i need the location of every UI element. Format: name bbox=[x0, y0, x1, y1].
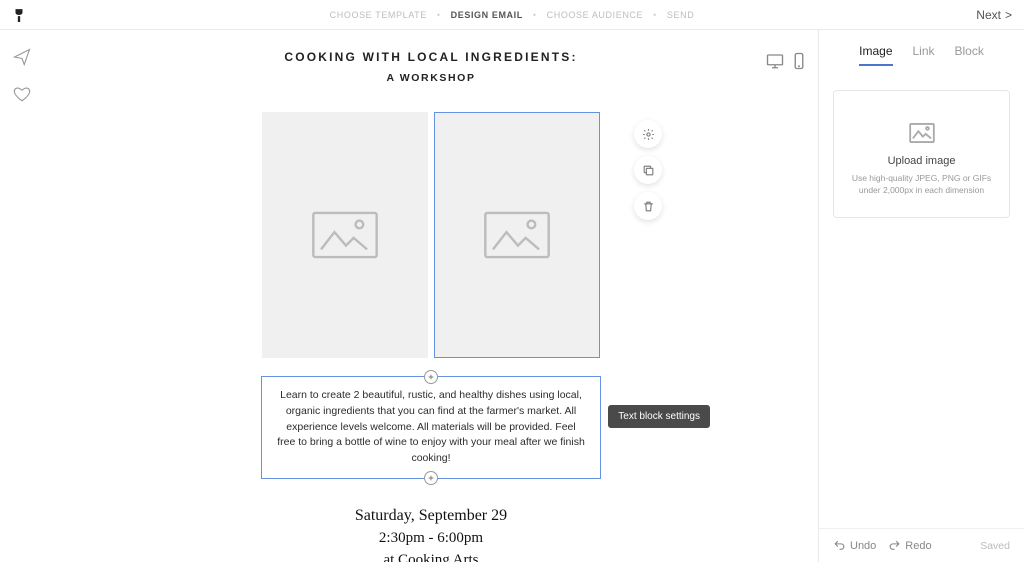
topbar: CHOOSE TEMPLATE • DESIGN EMAIL • CHOOSE … bbox=[0, 0, 1024, 30]
saved-status: Saved bbox=[980, 540, 1010, 552]
event-date: Saturday, September 29 bbox=[355, 507, 507, 525]
image-placeholder-icon bbox=[311, 211, 379, 259]
image-placeholder-right[interactable] bbox=[434, 112, 600, 358]
redo-button[interactable]: Redo bbox=[888, 539, 931, 552]
step-choose-audience[interactable]: CHOOSE AUDIENCE bbox=[547, 10, 644, 20]
text-block-content[interactable]: Learn to create 2 beautiful, rustic, and… bbox=[276, 388, 586, 467]
text-block[interactable]: Learn to create 2 beautiful, rustic, and… bbox=[261, 376, 601, 479]
step-design-email[interactable]: DESIGN EMAIL bbox=[451, 10, 523, 20]
upload-hint: Use high-quality JPEG, PNG or GIFs under… bbox=[852, 173, 992, 197]
step-send[interactable]: SEND bbox=[667, 10, 694, 20]
two-column-row bbox=[262, 112, 600, 358]
tab-image[interactable]: Image bbox=[859, 44, 892, 66]
desktop-view-icon[interactable] bbox=[766, 52, 784, 75]
event-details[interactable]: Saturday, September 29 2:30pm - 6:00pm a… bbox=[355, 507, 507, 562]
email-title[interactable]: COOKING WITH LOCAL INGREDIENTS: bbox=[44, 50, 818, 64]
mobile-view-icon[interactable] bbox=[790, 52, 808, 75]
favorite-icon[interactable] bbox=[13, 85, 31, 108]
breadcrumb: CHOOSE TEMPLATE • DESIGN EMAIL • CHOOSE … bbox=[330, 10, 695, 20]
upload-title: Upload image bbox=[888, 155, 956, 167]
canvas-area: COOKING WITH LOCAL INGREDIENTS: A WORKSH… bbox=[44, 30, 818, 562]
block-toolbar bbox=[634, 120, 662, 220]
image-placeholder-left[interactable] bbox=[262, 112, 428, 358]
send-icon[interactable] bbox=[13, 48, 31, 71]
tab-block[interactable]: Block bbox=[955, 44, 984, 66]
left-rail bbox=[0, 30, 44, 562]
event-time: 2:30pm - 6:00pm bbox=[355, 530, 507, 547]
panel-footer: Undo Redo Saved bbox=[819, 528, 1024, 562]
step-choose-template[interactable]: CHOOSE TEMPLATE bbox=[330, 10, 427, 20]
text-block-tooltip: Text block settings bbox=[608, 405, 710, 428]
delete-button[interactable] bbox=[634, 192, 662, 220]
email-subtitle[interactable]: A WORKSHOP bbox=[44, 72, 818, 84]
add-above-button[interactable] bbox=[424, 370, 438, 384]
logo bbox=[12, 8, 26, 22]
settings-button[interactable] bbox=[634, 120, 662, 148]
image-icon bbox=[909, 123, 935, 143]
tab-link[interactable]: Link bbox=[913, 44, 935, 66]
settings-panel: Image Link Block Upload image Use high-q… bbox=[818, 30, 1024, 562]
next-button[interactable]: Next > bbox=[976, 8, 1012, 22]
add-below-button[interactable] bbox=[424, 471, 438, 485]
image-placeholder-icon bbox=[483, 211, 551, 259]
duplicate-button[interactable] bbox=[634, 156, 662, 184]
event-location: at Cooking Arts bbox=[355, 552, 507, 562]
upload-dropzone[interactable]: Upload image Use high-quality JPEG, PNG … bbox=[833, 90, 1010, 218]
undo-button[interactable]: Undo bbox=[833, 539, 876, 552]
